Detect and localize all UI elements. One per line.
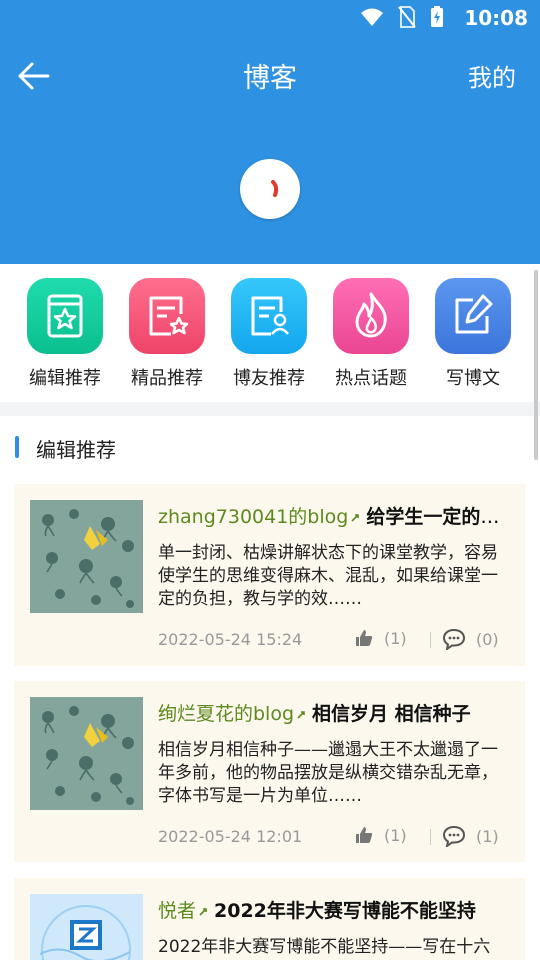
status-bar: 10:08 — [0, 0, 540, 36]
section-accent-bar — [15, 436, 19, 458]
post-meta: 2022-05-24 15:24 (1) (0) — [158, 628, 510, 652]
post-thumbnail — [30, 894, 143, 960]
thumbs-up-icon — [356, 827, 373, 843]
doc-star-icon — [129, 278, 205, 354]
category-quality-picks[interactable]: 精品推荐 — [117, 278, 217, 390]
post-author[interactable]: 绚烂夏花的blog — [158, 703, 294, 725]
post-thumbnail — [30, 500, 143, 613]
comment-count: (1) — [476, 826, 499, 846]
like-button[interactable]: (1) — [354, 628, 407, 648]
post-headline[interactable]: 绚烂夏花的blog 相信岁月 相信种子 — [158, 699, 510, 729]
no-sim-icon — [398, 6, 416, 28]
section-title: 编辑推荐 — [36, 438, 116, 462]
comment-button[interactable]: (0) — [442, 628, 499, 650]
category-editor-picks[interactable]: 编辑推荐 — [15, 278, 115, 390]
scrollbar[interactable] — [534, 270, 538, 460]
comment-bubble-icon — [442, 825, 466, 847]
section-divider — [0, 402, 540, 416]
link-icon — [297, 710, 305, 719]
nav-bar: 博客 我的 — [0, 50, 540, 102]
category-label: 编辑推荐 — [29, 368, 101, 389]
comment-count: (0) — [476, 629, 499, 649]
post-thumbnail — [30, 697, 143, 810]
battery-charging-icon — [431, 6, 443, 27]
post-card[interactable]: 绚烂夏花的blog 相信岁月 相信种子 相信岁月相信种子——邋遢大王不太邋遢了一年… — [14, 681, 525, 862]
category-label: 热点话题 — [335, 368, 407, 389]
thumbs-up-icon — [356, 630, 373, 646]
link-icon — [199, 907, 207, 916]
post-headline[interactable]: zhang730041的blog 给学生一定的负担 — [158, 502, 510, 532]
like-count: (1) — [384, 825, 407, 845]
post-excerpt: 相信岁月相信种子——邋遢大王不太邋遢了一年多前，他的物品摆放是纵横交错杂乱无章，… — [158, 740, 498, 806]
flame-icon — [333, 278, 409, 354]
book-star-icon — [27, 278, 103, 354]
post-title[interactable]: 2022年非大赛写博能不能坚持 — [214, 900, 476, 922]
status-time: 10:08 — [464, 6, 528, 30]
category-label: 写博文 — [446, 368, 500, 389]
post-title[interactable]: 相信岁月 相信种子 — [312, 703, 471, 725]
category-label: 精品推荐 — [131, 368, 203, 389]
post-headline[interactable]: 悦者 2022年非大赛写博能不能坚持 — [158, 896, 510, 926]
post-date: 2022-05-24 15:24 — [158, 630, 303, 649]
loading-spinner — [240, 159, 300, 219]
post-date: 2022-05-24 12:01 — [158, 827, 303, 846]
header-bar: 10:08 博客 我的 — [0, 0, 540, 264]
post-excerpt: 单一封闭、枯燥讲解状态下的课堂教学，容易使学生的思维变得麻木、混乱，如果给课堂一… — [158, 543, 498, 609]
meta-separator — [430, 829, 431, 845]
edit-icon — [435, 278, 511, 354]
post-author[interactable]: zhang730041的blog — [158, 506, 348, 528]
post-card[interactable]: zhang730041的blog 给学生一定的负担 单一封闭、枯燥讲解状态下的课堂… — [14, 484, 525, 666]
post-title[interactable]: 给学生一定的负担 — [366, 506, 510, 528]
page-title: 博客 — [243, 63, 297, 94]
post-author[interactable]: 悦者 — [158, 900, 196, 922]
refresh-spinner-icon — [271, 180, 279, 197]
category-row: 编辑推荐 精品推荐 博友推荐 热点话题 写博文 — [0, 264, 540, 402]
category-label: 博友推荐 — [233, 368, 305, 389]
section-header: 编辑推荐 — [0, 416, 540, 480]
category-write-post[interactable]: 写博文 — [423, 278, 523, 390]
comment-bubble-icon — [442, 628, 466, 650]
category-hot-topics[interactable]: 热点话题 — [321, 278, 421, 390]
meta-separator — [430, 632, 431, 648]
like-count: (1) — [384, 628, 407, 648]
contact-card-icon — [231, 278, 307, 354]
post-meta: 2022-05-24 12:01 (1) (1) — [158, 825, 510, 849]
category-friends-picks[interactable]: 博友推荐 — [219, 278, 319, 390]
comment-button[interactable]: (1) — [442, 825, 499, 847]
wifi-icon — [361, 8, 383, 26]
like-button[interactable]: (1) — [354, 825, 407, 845]
post-card[interactable]: 悦者 2022年非大赛写博能不能坚持 2022年非大赛写博能不能坚持——写在十六 — [14, 878, 525, 960]
mine-button[interactable]: 我的 — [468, 58, 516, 93]
status-icons — [360, 6, 444, 28]
link-icon — [351, 513, 360, 522]
post-excerpt: 2022年非大赛写博能不能坚持——写在十六 — [158, 937, 491, 957]
